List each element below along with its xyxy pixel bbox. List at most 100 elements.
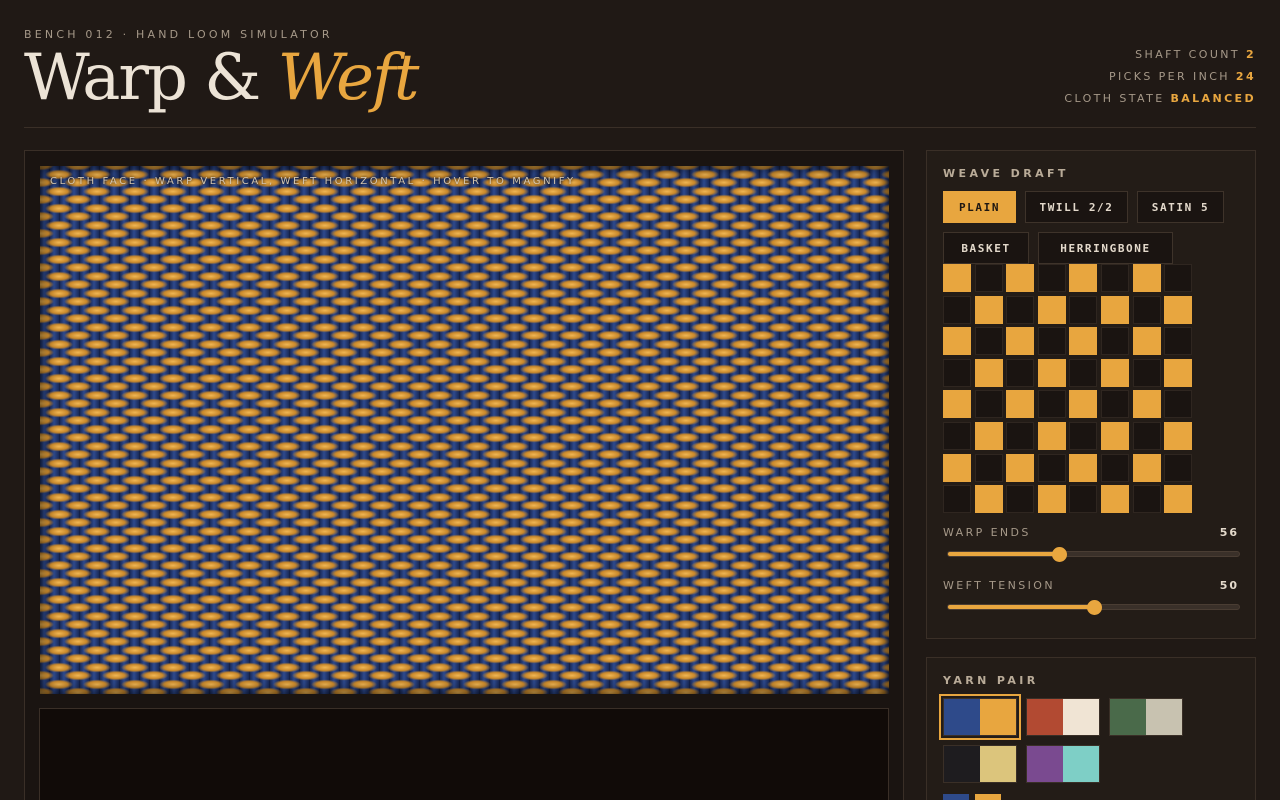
- title-accent: Weft: [277, 41, 420, 115]
- draft-cell[interactable]: [1006, 358, 1035, 387]
- draft-cell[interactable]: [1069, 358, 1098, 387]
- weft-color: [1146, 699, 1182, 735]
- draft-cell[interactable]: [1006, 485, 1035, 514]
- weave-draft-label: WEAVE DRAFT: [943, 167, 1069, 180]
- draft-cell[interactable]: [1069, 485, 1098, 514]
- weft-tension-slider[interactable]: [947, 600, 1240, 615]
- draft-cell[interactable]: [1006, 264, 1035, 292]
- stat-value: 24: [1235, 70, 1256, 83]
- draft-cell[interactable]: [1101, 295, 1129, 324]
- stat-label: PICKS PER INCH: [1108, 70, 1230, 83]
- draft-cell[interactable]: [943, 327, 971, 356]
- draft-cell[interactable]: [1132, 295, 1161, 324]
- yarn-pair-swatch[interactable]: [1026, 745, 1100, 783]
- yarn-pair-swatch[interactable]: [939, 694, 1021, 740]
- loom-stats: SHAFT COUNT 2 PICKS PER INCH 24 CLOTH ST…: [1064, 48, 1256, 114]
- weft-tension-label: WEFT TENSION: [943, 579, 1055, 592]
- weave-button-satin[interactable]: SATIN 5: [1137, 191, 1224, 223]
- draft-cell[interactable]: [1006, 295, 1035, 324]
- draft-cell[interactable]: [1132, 264, 1161, 292]
- yarn-pair-swatch[interactable]: [1109, 698, 1183, 736]
- warp-ends-thumb[interactable]: [1051, 547, 1067, 562]
- draft-cell[interactable]: [974, 358, 1003, 387]
- draft-cell[interactable]: [974, 327, 1003, 356]
- draft-cell[interactable]: [1101, 390, 1129, 419]
- draft-cell[interactable]: [1037, 485, 1066, 514]
- draft-cell[interactable]: [1069, 422, 1098, 450]
- draft-cell[interactable]: [1037, 453, 1066, 482]
- yarn-pair-swatch[interactable]: [1026, 698, 1100, 736]
- weft-tension-thumb[interactable]: [1086, 600, 1102, 615]
- draft-cell[interactable]: [974, 453, 1003, 482]
- draft-cell[interactable]: [1069, 295, 1098, 324]
- draft-cell[interactable]: [1101, 264, 1129, 292]
- draft-cell[interactable]: [1037, 327, 1066, 356]
- draft-cell[interactable]: [1006, 327, 1035, 356]
- weave-button-basket[interactable]: BASKET: [943, 232, 1029, 264]
- draft-cell[interactable]: [943, 358, 971, 387]
- draft-cell[interactable]: [1069, 453, 1098, 482]
- weave-button-plain[interactable]: PLAIN: [943, 191, 1016, 223]
- draft-cell[interactable]: [1164, 390, 1193, 419]
- draft-cell[interactable]: [1132, 358, 1161, 387]
- warp-ends-label: WARP ENDS: [943, 526, 1031, 539]
- draft-cell[interactable]: [1037, 264, 1066, 292]
- weft-color-chip[interactable]: [975, 794, 1001, 800]
- draft-cell[interactable]: [943, 453, 971, 482]
- draft-cell[interactable]: [1037, 358, 1066, 387]
- draft-cell[interactable]: [943, 264, 971, 292]
- draft-cell[interactable]: [1006, 453, 1035, 482]
- draft-cell[interactable]: [1164, 295, 1193, 324]
- draft-cell[interactable]: [1164, 422, 1193, 450]
- draft-cell[interactable]: [974, 295, 1003, 324]
- cloth-magnifier-preview: [39, 708, 889, 800]
- draft-cell[interactable]: [1132, 422, 1161, 450]
- draft-cell[interactable]: [1132, 485, 1161, 514]
- draft-cell[interactable]: [1006, 390, 1035, 419]
- draft-cell[interactable]: [943, 422, 971, 450]
- draft-cell[interactable]: [974, 390, 1003, 419]
- draft-cell[interactable]: [1164, 453, 1193, 482]
- weft-color: [1063, 746, 1099, 782]
- draft-cell[interactable]: [1101, 485, 1129, 514]
- warp-color: [1027, 746, 1063, 782]
- warp-color: [1027, 699, 1063, 735]
- draft-cell[interactable]: [1132, 453, 1161, 482]
- draft-cell[interactable]: [974, 264, 1003, 292]
- draft-cell[interactable]: [1037, 390, 1066, 419]
- draft-cell[interactable]: [943, 295, 971, 324]
- weave-button-twill[interactable]: TWILL 2/2: [1025, 191, 1128, 223]
- draft-cell[interactable]: [1069, 390, 1098, 419]
- draft-cell[interactable]: [1164, 264, 1193, 292]
- warp-color-chip[interactable]: [943, 794, 969, 800]
- draft-cell[interactable]: [1069, 264, 1098, 292]
- stat-label: CLOTH STATE: [1064, 92, 1165, 105]
- draft-cell[interactable]: [1132, 327, 1161, 356]
- draft-cell[interactable]: [974, 485, 1003, 514]
- weft-color: [980, 699, 1016, 735]
- weave-button-herringbone[interactable]: HERRINGBONE: [1038, 232, 1173, 264]
- draft-cell[interactable]: [943, 485, 971, 514]
- warp-color: [944, 746, 980, 782]
- draft-cell[interactable]: [1101, 327, 1129, 356]
- page-title: Warp & Weft: [24, 40, 420, 117]
- draft-cell[interactable]: [1037, 295, 1066, 324]
- yarn-pair-swatch[interactable]: [943, 745, 1017, 783]
- draft-cell[interactable]: [1037, 422, 1066, 450]
- draft-cell[interactable]: [974, 422, 1003, 450]
- header-divider: [24, 127, 1256, 128]
- warp-ends-slider[interactable]: [947, 547, 1240, 562]
- draft-cell[interactable]: [1164, 327, 1193, 356]
- cloth-face-canvas[interactable]: CLOTH FACE · WARP VERTICAL, WEFT HORIZON…: [40, 166, 889, 694]
- draft-cell[interactable]: [1101, 422, 1129, 450]
- draft-cell[interactable]: [1101, 453, 1129, 482]
- draft-cell[interactable]: [1164, 485, 1193, 514]
- draft-cell[interactable]: [943, 390, 971, 419]
- cloth-panel: CLOTH FACE · WARP VERTICAL, WEFT HORIZON…: [24, 150, 904, 800]
- draft-cell[interactable]: [1069, 327, 1098, 356]
- draft-cell[interactable]: [1164, 358, 1193, 387]
- draft-cell[interactable]: [1006, 422, 1035, 450]
- draft-cell[interactable]: [1132, 390, 1161, 419]
- warp-color: [944, 699, 980, 735]
- draft-cell[interactable]: [1101, 358, 1129, 387]
